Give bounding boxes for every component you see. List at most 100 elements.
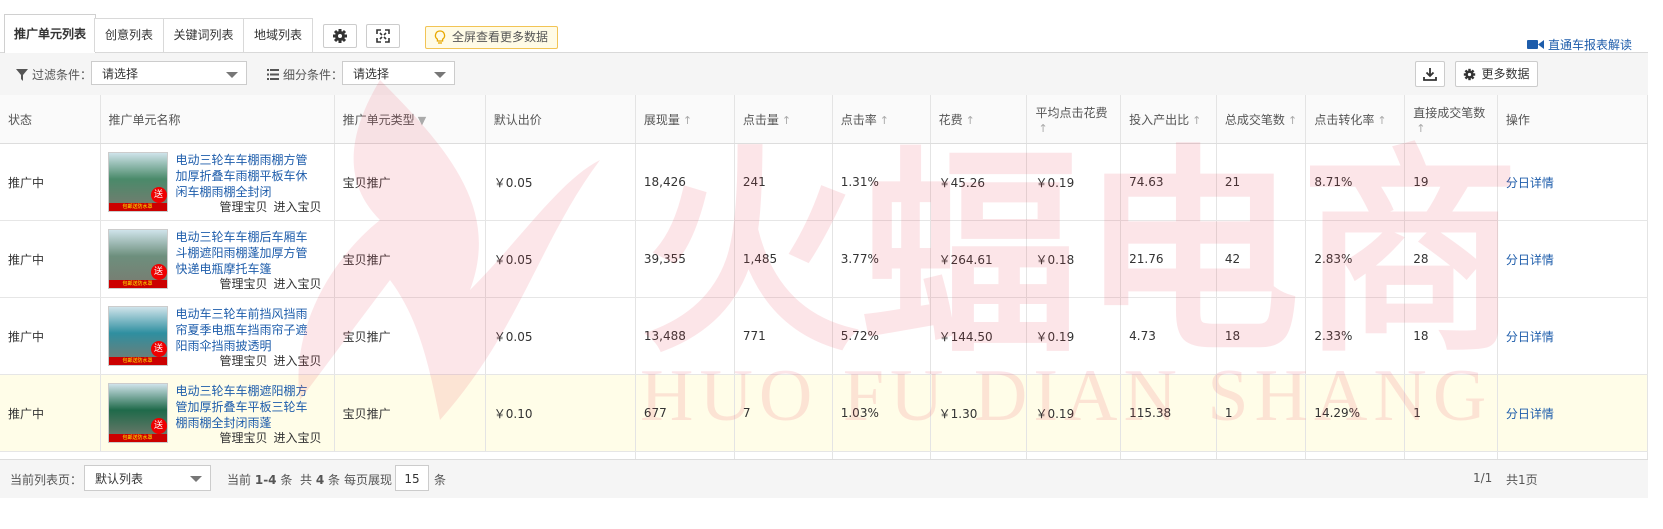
- ctr-value: 1.31%: [840, 175, 879, 189]
- roi-value: 21.76: [1129, 252, 1164, 266]
- cvr-cell: 14.29%: [1305, 374, 1406, 452]
- cost-value: ￥144.50: [938, 329, 993, 344]
- enter-item-link[interactable]: 进入宝贝: [274, 200, 322, 214]
- cvr-cell: 2.83%: [1305, 220, 1406, 298]
- status-cell: 推广中: [0, 220, 101, 298]
- sort-up-icon[interactable]: ↑: [966, 114, 975, 127]
- current-suffix: 条: [280, 473, 293, 487]
- enter-item-link[interactable]: 进入宝贝: [274, 431, 322, 445]
- manage-item-link[interactable]: 管理宝贝: [220, 354, 268, 368]
- daily-detail-link[interactable]: 分日详情: [1506, 407, 1554, 421]
- tab-promotion-units[interactable]: 推广单元列表: [4, 14, 96, 53]
- column-header[interactable]: 直接成交笔数 ↑: [1404, 95, 1498, 144]
- product-title-link[interactable]: 电动车三轮车前挡风挡雨帘夏季电瓶车挡雨帘子遮阳雨伞挡雨披透明: [176, 306, 316, 354]
- cpc-value: ￥0.18: [1035, 252, 1075, 267]
- column-header[interactable]: 总成交笔数 ↑: [1216, 95, 1307, 144]
- product-thumbnail[interactable]: 送包邮送防水罩: [107, 306, 168, 366]
- ctr-value: 3.77%: [840, 252, 879, 266]
- cvr-cell: 2.33%: [1305, 297, 1406, 375]
- cost-value: ￥45.26: [938, 175, 985, 190]
- roi-value: 74.63: [1129, 175, 1164, 189]
- column-header[interactable]: 平均点击花费 ↑: [1026, 95, 1122, 144]
- column-header-label: 推广单元类型: [342, 112, 415, 127]
- pages-total: 共1页: [1506, 473, 1538, 487]
- tab-regions[interactable]: 地域列表: [243, 18, 313, 52]
- sort-down-icon[interactable]: ▼: [418, 114, 426, 127]
- column-header-label: 点击转化率: [1314, 112, 1375, 127]
- product-title-link[interactable]: 电动三轮车车棚后车厢车斗棚遮阳雨棚蓬加厚方管快递电瓶摩托车篷: [176, 229, 316, 277]
- report-guide-link[interactable]: 直通车报表解读: [1526, 36, 1632, 53]
- column-header[interactable]: 投入产出比 ↑: [1120, 95, 1217, 144]
- filter-select-value: 请选择: [102, 67, 139, 81]
- product-title-link[interactable]: 电动三轮车车棚雨棚方管加厚折叠车雨棚平板车休闲车棚雨棚全封闭: [176, 152, 316, 200]
- sort-up-icon[interactable]: ↑: [1288, 114, 1297, 127]
- unit-name-cell: 送包邮送防水罩 电动三轮车车棚遮阳棚方管加厚折叠车平板三轮车棚雨棚全封闭雨蓬 管理宝…: [107, 375, 334, 451]
- total-deals-value: 42: [1224, 252, 1241, 266]
- video-icon: [1526, 40, 1544, 49]
- column-header[interactable]: 推广单元类型 ▼: [334, 95, 486, 144]
- clicks-value: 7: [742, 406, 751, 420]
- cpc-value: ￥0.19: [1035, 406, 1075, 421]
- unit-name-cell: 送包邮送防水罩 电动三轮车车棚雨棚方管加厚折叠车雨棚平板车休闲车棚雨棚全封闭 管理宝…: [107, 144, 334, 220]
- column-header[interactable]: 点击转化率 ↑: [1305, 95, 1406, 144]
- list-view-select[interactable]: 默认列表: [84, 465, 211, 491]
- settings-button[interactable]: [323, 24, 357, 48]
- status-text: 推广中: [8, 406, 45, 421]
- direct-deals-cell: 18: [1404, 297, 1498, 375]
- total-deals-value: 18: [1224, 329, 1241, 343]
- action-cell: 分日详情: [1497, 220, 1649, 298]
- column-header[interactable]: 展现量 ↑: [635, 95, 735, 144]
- column-header: 操作: [1497, 95, 1649, 144]
- unit-type-cell: 宝贝推广: [334, 220, 486, 298]
- manage-item-link[interactable]: 管理宝贝: [220, 200, 268, 214]
- daily-detail-link[interactable]: 分日详情: [1506, 330, 1554, 344]
- column-header[interactable]: 花费 ↑: [930, 95, 1028, 144]
- sort-up-icon[interactable]: ↑: [1416, 122, 1425, 135]
- bid-cell: ￥0.05: [485, 143, 636, 221]
- daily-detail-link[interactable]: 分日详情: [1506, 176, 1554, 190]
- tab-creatives[interactable]: 创意列表: [94, 18, 164, 52]
- sort-up-icon[interactable]: ↑: [1192, 114, 1201, 127]
- enter-item-link[interactable]: 进入宝贝: [274, 354, 322, 368]
- cost-cell: ￥45.26: [930, 143, 1028, 221]
- impressions-cell: 18,426: [635, 143, 735, 221]
- product-title-link[interactable]: 电动三轮车车棚遮阳棚方管加厚折叠车平板三轮车棚雨棚全封闭雨蓬: [176, 383, 316, 431]
- daily-detail-link[interactable]: 分日详情: [1506, 253, 1554, 267]
- cpc-cell: ￥0.18: [1026, 220, 1122, 298]
- funnel-icon: [16, 68, 28, 81]
- column-header[interactable]: 点击量 ↑: [734, 95, 833, 144]
- sort-up-icon[interactable]: ↑: [880, 114, 889, 127]
- tab-keywords[interactable]: 关键词列表: [163, 18, 244, 52]
- enter-item-link[interactable]: 进入宝贝: [274, 277, 322, 291]
- total-deals-cell: 21: [1216, 143, 1307, 221]
- product-thumbnail[interactable]: 送包邮送防水罩: [107, 383, 168, 443]
- fullscreen-button[interactable]: [366, 24, 400, 48]
- column-header[interactable]: 点击率 ↑: [832, 95, 931, 144]
- fullscreen-hint[interactable]: 全屏查看更多数据: [425, 26, 559, 49]
- product-thumbnail[interactable]: 送包邮送防水罩: [107, 229, 168, 289]
- download-button[interactable]: [1415, 61, 1445, 87]
- clicks-cell: 241: [734, 143, 833, 221]
- download-icon: [1423, 68, 1437, 81]
- more-data-button[interactable]: 更多数据: [1455, 61, 1538, 87]
- product-thumbnail[interactable]: 送包邮送防水罩: [107, 152, 168, 212]
- sort-up-icon[interactable]: ↑: [1038, 122, 1047, 135]
- filter-select[interactable]: 请选择: [91, 61, 247, 85]
- clicks-cell: 1,485: [734, 220, 833, 298]
- manage-item-link[interactable]: 管理宝贝: [220, 277, 268, 291]
- segment-select[interactable]: 请选择: [342, 61, 455, 85]
- action-cell: 分日详情: [1497, 297, 1649, 375]
- sort-up-icon[interactable]: ↑: [1377, 114, 1386, 127]
- cvr-cell: 8.71%: [1305, 143, 1406, 221]
- filter-bar: 过滤条件： 请选择 细分条件： 请选择 更多数据: [0, 53, 1648, 96]
- sort-up-icon[interactable]: ↑: [782, 114, 791, 127]
- manage-item-link[interactable]: 管理宝贝: [220, 431, 268, 445]
- column-header-label: 默认出价: [493, 112, 542, 127]
- column-header-label: 展现量: [643, 112, 680, 127]
- sort-up-icon[interactable]: ↑: [683, 114, 692, 127]
- product-actions: 管理宝贝 进入宝贝: [220, 275, 328, 292]
- cost-cell: ￥144.50: [930, 297, 1028, 375]
- cvr-value: 2.83%: [1314, 252, 1353, 266]
- action-cell: 分日详情: [1497, 374, 1649, 452]
- per-page-input[interactable]: 15: [395, 465, 429, 491]
